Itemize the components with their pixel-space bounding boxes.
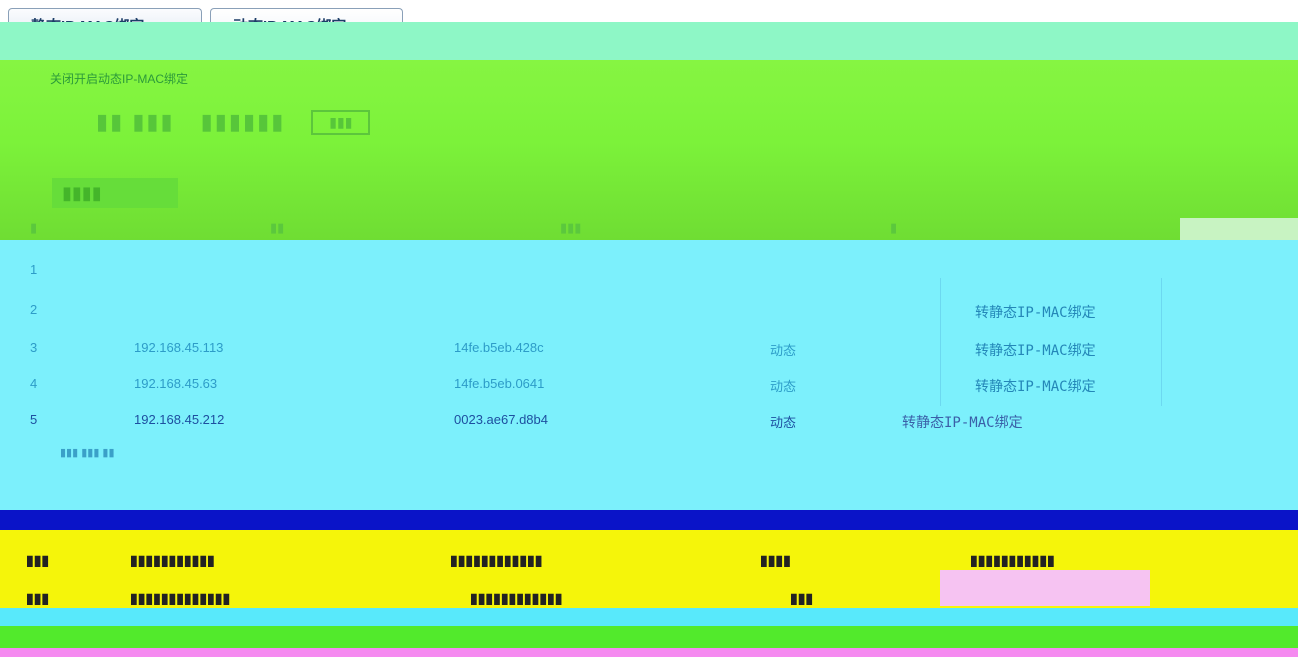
distortion-band [0,22,1298,60]
distortion-band [0,626,1298,648]
convert-static-link[interactable]: 转静态IP-MAC绑定 [975,302,1096,322]
row-ip: 192.168.45.113 [134,340,224,355]
garbled-text: ▮▮▮▮▮▮▮▮▮▮▮▮ [450,552,543,568]
toolbar: ▮▮ ▮▮▮ ▮▮▮▮▮▮ ▮▮▮ [96,104,371,140]
garbled-text: ▮▮▮▮ [760,552,791,568]
toolbar-button-1[interactable]: ▮▮ ▮▮▮ [96,109,175,135]
distortion-band [0,648,1298,657]
row-status: 动态 [770,379,797,394]
row-no: 4 [30,376,38,391]
garbled-text: ▮▮▮ [26,552,50,568]
row-no: 3 [30,340,38,355]
convert-static-link[interactable]: 转静态IP-MAC绑定 [902,412,1023,432]
table-row: 4 192.168.45.63 14fe.b5eb.0641 动态 转静态IP-… [0,368,1298,400]
row-status: 动态 [770,343,797,358]
table-row: 1 [0,254,1298,286]
table-header: ▮ ▮▮ ▮▮▮ ▮ [0,214,1298,240]
header-col-4: ▮ [890,220,898,235]
convert-static-link[interactable]: 转静态IP-MAC绑定 [975,340,1096,360]
garbled-text: ▮▮▮ [26,590,50,606]
distortion-band [0,510,1298,530]
footer-fragment: ▮▮▮ ▮▮▮ ▮▮ [60,447,115,459]
table-row: 3 192.168.45.113 14fe.b5eb.428c 动态 转静态IP… [0,332,1298,364]
panel-header [0,60,1298,240]
row-mac: 0023.ae67.d8b4 [454,412,548,427]
header-col-2: ▮▮ [270,220,285,235]
row-mac: 14fe.b5eb.0641 [454,376,545,391]
row-status: 动态 [770,415,797,430]
table-row: 5 192.168.45.212 0023.ae67.d8b4 动态 转静态IP… [0,404,1298,436]
garbled-text: ▮▮▮▮▮▮▮▮▮▮▮▮▮ [130,590,231,606]
list-title: ▮▮▮▮ [52,178,178,208]
garbled-text: ▮▮▮▮▮▮▮▮▮▮▮ [130,552,215,568]
header-col-3: ▮▮▮ [560,220,582,235]
table-row: 2 转静态IP-MAC绑定 [0,294,1298,326]
convert-static-link[interactable]: 转静态IP-MAC绑定 [975,376,1096,396]
garbled-text: ▮▮▮ [790,590,814,606]
garbled-text: ▮▮▮▮▮▮▮▮▮▮▮ [970,552,1055,568]
header-col-1: ▮ [30,220,38,235]
row-ip: 192.168.45.212 [134,412,225,427]
garbled-text: ▮▮▮▮▮▮▮▮▮▮▮▮ [470,590,563,606]
row-ip: 192.168.45.63 [134,376,218,391]
dynamic-binding-notice[interactable]: 关闭开启动态IP-MAC绑定 [50,70,188,87]
row-no: 2 [30,302,38,317]
toolbar-button-3[interactable]: ▮▮▮ [311,109,371,135]
distortion-block [940,570,1150,606]
toolbar-button-2[interactable]: ▮▮▮▮▮▮ [201,109,286,135]
row-no: 5 [30,412,38,427]
row-no: 1 [30,262,38,277]
row-mac: 14fe.b5eb.428c [454,340,544,355]
glitch-strip [1180,218,1298,240]
distortion-band [0,608,1298,626]
